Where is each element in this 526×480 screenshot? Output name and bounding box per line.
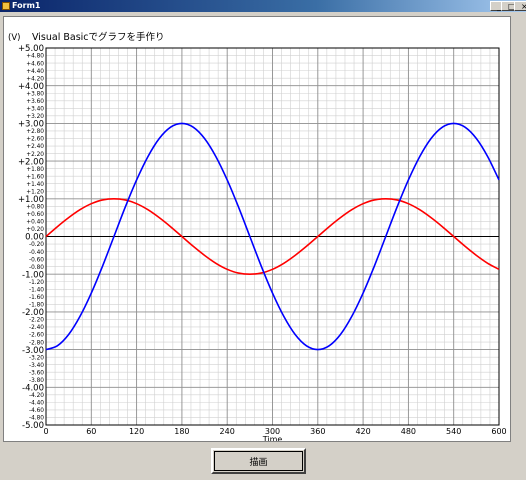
y-tick-label-minor: -0.40 bbox=[29, 250, 44, 256]
y-tick-label-major: +1.00 bbox=[18, 195, 44, 205]
y-tick-label-minor: -4.60 bbox=[29, 408, 44, 414]
y-tick-label-minor: -2.60 bbox=[29, 333, 44, 339]
y-tick-label-minor: +3.60 bbox=[26, 99, 44, 105]
title-bar: Form1 _ □ × bbox=[0, 0, 526, 12]
y-tick-label-minor: +0.40 bbox=[26, 220, 44, 226]
y-tick-label-minor: -1.40 bbox=[29, 287, 44, 293]
y-tick-label-minor: +4.20 bbox=[26, 76, 44, 82]
y-tick-label-major: -5.00 bbox=[22, 421, 44, 431]
y-tick-label-minor: +1.20 bbox=[26, 189, 44, 195]
y-tick-label-minor: -3.80 bbox=[29, 378, 44, 384]
y-tick-label-minor: -0.20 bbox=[29, 242, 44, 248]
y-axis-label: (V) bbox=[8, 33, 20, 43]
x-tick-label: 600 bbox=[491, 427, 506, 436]
x-axis-label: Time bbox=[262, 435, 283, 441]
y-tick-label-minor: -1.20 bbox=[29, 280, 44, 286]
x-tick-label: 480 bbox=[401, 427, 416, 436]
y-tick-label-minor: +1.80 bbox=[26, 167, 44, 173]
y-tick-label-minor: -4.20 bbox=[29, 393, 44, 399]
y-tick-label-minor: +3.20 bbox=[26, 114, 44, 120]
y-tick-label-major: +4.00 bbox=[18, 82, 44, 92]
draw-button[interactable]: 描画 bbox=[211, 448, 306, 474]
y-tick-label-minor: +3.80 bbox=[26, 91, 44, 97]
chart-title: Visual Basicでグラフを手作り bbox=[32, 31, 165, 43]
y-tick-label-major: +2.00 bbox=[18, 157, 44, 167]
y-tick-label-minor: -2.20 bbox=[29, 318, 44, 324]
y-tick-label-major: 0.00 bbox=[25, 233, 44, 243]
y-tick-label-major: -4.00 bbox=[22, 384, 44, 394]
y-tick-label-minor: +0.80 bbox=[26, 205, 44, 211]
y-tick-label-minor: -3.20 bbox=[29, 355, 44, 361]
y-tick-label-minor: +4.80 bbox=[26, 54, 44, 60]
y-tick-label-minor: +0.20 bbox=[26, 227, 44, 233]
plot-panel: -5.00 -4.80 -4.60 -4.40 -4.20 -4.00 -3.80 -3.60… bbox=[3, 16, 511, 442]
y-tick-label-minor: +0.60 bbox=[26, 212, 44, 218]
y-tick-label-major: -2.00 bbox=[22, 308, 44, 318]
y-tick-label-minor: -4.40 bbox=[29, 401, 44, 407]
y-tick-label-minor: -3.60 bbox=[29, 370, 44, 376]
y-tick-label-minor: -1.80 bbox=[29, 303, 44, 309]
y-tick-label-minor: +1.60 bbox=[26, 174, 44, 180]
y-tick-label-major: -1.00 bbox=[22, 270, 44, 280]
y-tick-label-minor: -3.40 bbox=[29, 363, 44, 369]
x-tick-label: 360 bbox=[310, 427, 325, 436]
y-tick-label-minor: +1.40 bbox=[26, 182, 44, 188]
y-tick-label-minor: +2.40 bbox=[26, 144, 44, 150]
y-tick-label-minor: -4.80 bbox=[29, 416, 44, 422]
y-tick-label-minor: -2.40 bbox=[29, 325, 44, 331]
y-tick-label-major: +3.00 bbox=[18, 120, 44, 130]
x-tick-label: 240 bbox=[220, 427, 235, 436]
y-tick-label-minor: +2.60 bbox=[26, 137, 44, 143]
x-tick-label: 0 bbox=[43, 427, 48, 436]
app-icon bbox=[2, 2, 10, 10]
y-tick-label-major: +5.00 bbox=[18, 44, 44, 54]
x-tick-label: 180 bbox=[174, 427, 189, 436]
y-tick-label-minor: +4.40 bbox=[26, 69, 44, 75]
close-button[interactable]: × bbox=[514, 1, 526, 11]
x-tick-label: 60 bbox=[86, 427, 96, 436]
x-tick-label: 420 bbox=[355, 427, 370, 436]
window-title: Form1 bbox=[12, 1, 41, 10]
y-tick-label-minor: -2.80 bbox=[29, 340, 44, 346]
y-tick-label-minor: +2.20 bbox=[26, 152, 44, 158]
y-tick-label-minor: -1.60 bbox=[29, 295, 44, 301]
y-tick-label-minor: +2.80 bbox=[26, 129, 44, 135]
x-tick-label: 120 bbox=[129, 427, 144, 436]
chart: -5.00-4.80 -4.60-4.40 -4.20-4.00-3.80 -3.60… bbox=[8, 31, 507, 441]
x-tick-label: 540 bbox=[446, 427, 461, 436]
y-tick-label-minor: -0.60 bbox=[29, 257, 44, 263]
maximize-button[interactable]: □ bbox=[501, 1, 516, 11]
y-tick-label-minor: +3.40 bbox=[26, 107, 44, 113]
y-tick-label-minor: -0.80 bbox=[29, 265, 44, 271]
y-tick-label-minor: +4.60 bbox=[26, 61, 44, 67]
y-tick-label-major: -3.00 bbox=[22, 346, 44, 356]
